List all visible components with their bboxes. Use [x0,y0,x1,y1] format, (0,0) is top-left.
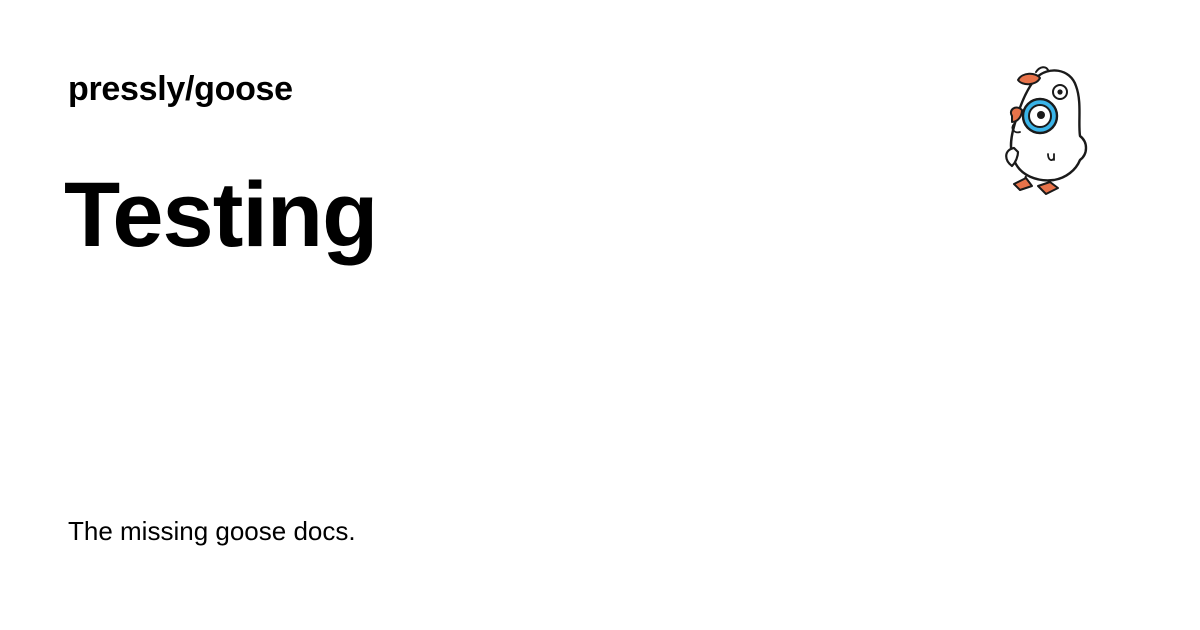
tagline: The missing goose docs. [68,516,356,546]
goose-mascot-icon [996,62,1092,196]
page-title: Testing [64,164,378,266]
repo-name: pressly/goose [68,70,293,108]
